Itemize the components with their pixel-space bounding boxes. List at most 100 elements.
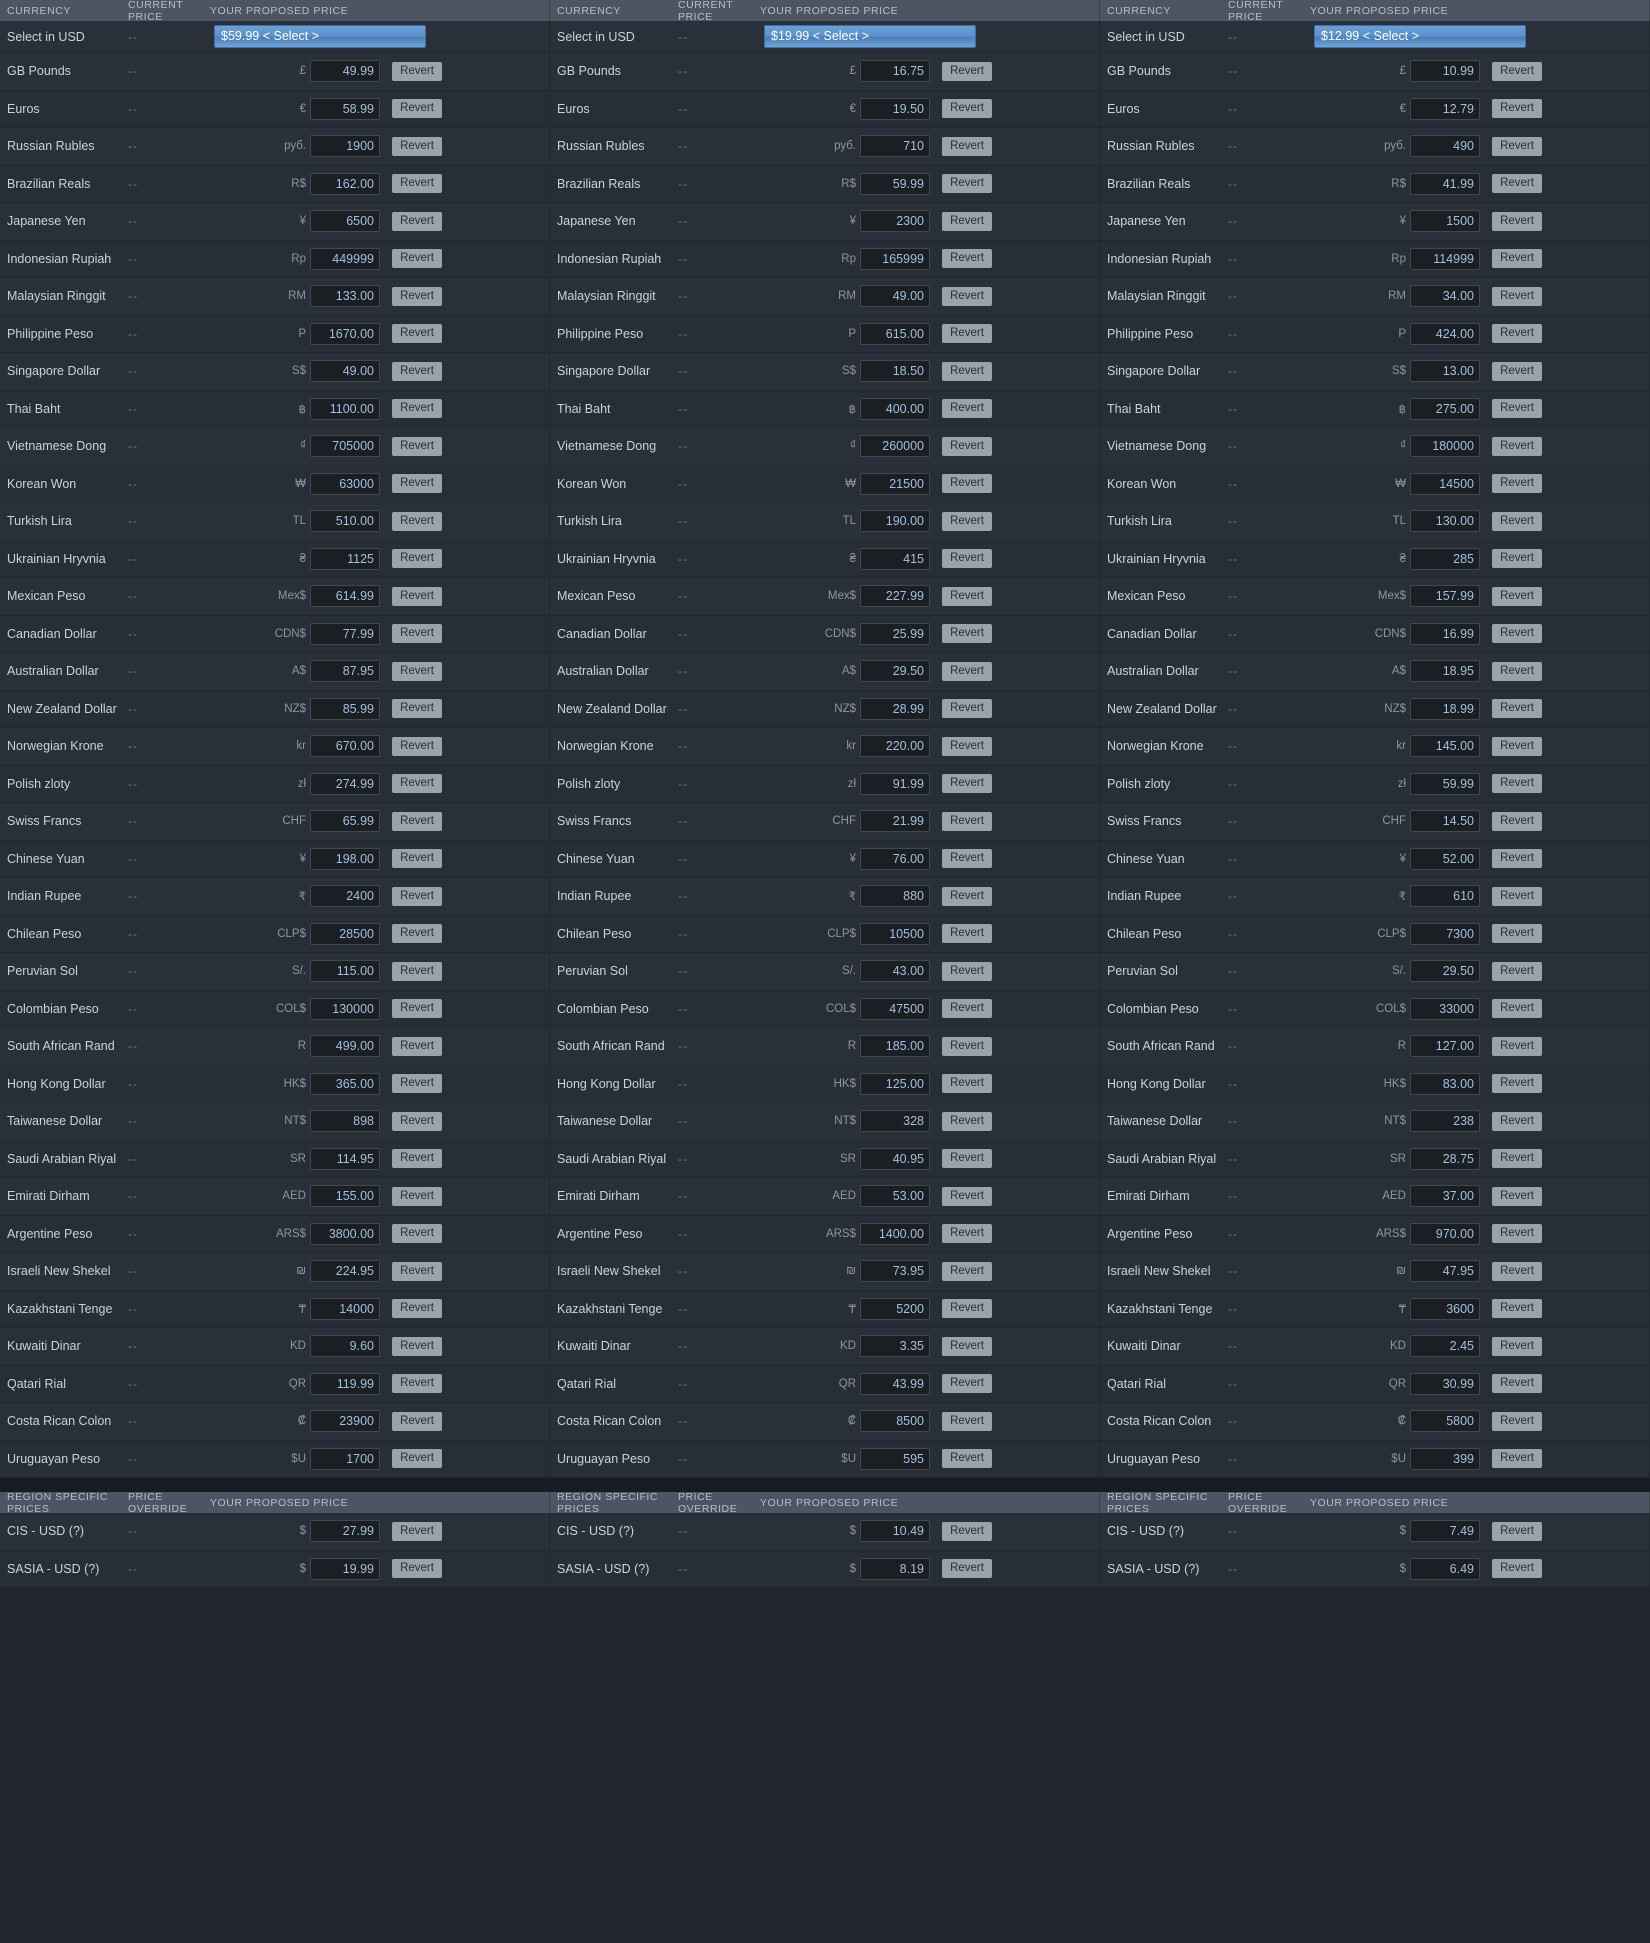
region-price-input[interactable]: 27.99 xyxy=(310,1520,380,1543)
price-input[interactable]: 18.50 xyxy=(860,360,930,383)
region-revert-button[interactable]: Revert xyxy=(1492,1521,1542,1541)
price-input[interactable]: 40.95 xyxy=(860,1147,930,1170)
price-input[interactable]: 127.00 xyxy=(1410,1035,1480,1058)
revert-button[interactable]: Revert xyxy=(942,511,992,531)
revert-button[interactable]: Revert xyxy=(1492,1111,1542,1131)
revert-button[interactable]: Revert xyxy=(942,1186,992,1206)
price-input[interactable]: 16.99 xyxy=(1410,622,1480,645)
revert-button[interactable]: Revert xyxy=(1492,399,1542,419)
price-input[interactable]: 670.00 xyxy=(310,735,380,758)
price-input[interactable]: 1670.00 xyxy=(310,322,380,345)
price-input[interactable]: 224.95 xyxy=(310,1260,380,1283)
revert-button[interactable]: Revert xyxy=(392,174,442,194)
revert-button[interactable]: Revert xyxy=(942,361,992,381)
revert-button[interactable]: Revert xyxy=(1492,436,1542,456)
price-input[interactable]: 30.99 xyxy=(1410,1372,1480,1395)
revert-button[interactable]: Revert xyxy=(392,249,442,269)
price-input[interactable]: 145.00 xyxy=(1410,735,1480,758)
price-input[interactable]: 490 xyxy=(1410,135,1480,158)
usd-tier-select[interactable]: $59.99 < Select > xyxy=(214,25,426,48)
price-input[interactable]: 614.99 xyxy=(310,585,380,608)
price-input[interactable]: 28.99 xyxy=(860,697,930,720)
price-input[interactable]: 1400.00 xyxy=(860,1222,930,1245)
revert-button[interactable]: Revert xyxy=(392,699,442,719)
usd-tier-select[interactable]: $19.99 < Select > xyxy=(764,25,976,48)
revert-button[interactable]: Revert xyxy=(942,436,992,456)
revert-button[interactable]: Revert xyxy=(942,1149,992,1169)
price-input[interactable]: 14000 xyxy=(310,1297,380,1320)
revert-button[interactable]: Revert xyxy=(942,174,992,194)
region-price-input[interactable]: 7.49 xyxy=(1410,1520,1480,1543)
revert-button[interactable]: Revert xyxy=(942,136,992,156)
revert-button[interactable]: Revert xyxy=(1492,549,1542,569)
price-input[interactable]: 424.00 xyxy=(1410,322,1480,345)
price-input[interactable]: 6500 xyxy=(310,210,380,233)
revert-button[interactable]: Revert xyxy=(942,586,992,606)
revert-button[interactable]: Revert xyxy=(942,1299,992,1319)
region-revert-button[interactable]: Revert xyxy=(942,1521,992,1541)
revert-button[interactable]: Revert xyxy=(392,961,442,981)
price-input[interactable]: 157.99 xyxy=(1410,585,1480,608)
revert-button[interactable]: Revert xyxy=(1492,1449,1542,1469)
price-input[interactable]: 260000 xyxy=(860,435,930,458)
revert-button[interactable]: Revert xyxy=(392,99,442,119)
revert-button[interactable]: Revert xyxy=(1492,924,1542,944)
revert-button[interactable]: Revert xyxy=(392,1299,442,1319)
revert-button[interactable]: Revert xyxy=(392,474,442,494)
revert-button[interactable]: Revert xyxy=(392,286,442,306)
price-input[interactable]: 710 xyxy=(860,135,930,158)
price-input[interactable]: 610 xyxy=(1410,885,1480,908)
revert-button[interactable]: Revert xyxy=(942,774,992,794)
revert-button[interactable]: Revert xyxy=(392,624,442,644)
revert-button[interactable]: Revert xyxy=(392,586,442,606)
price-input[interactable]: 449999 xyxy=(310,247,380,270)
price-input[interactable]: 41.99 xyxy=(1410,172,1480,195)
revert-button[interactable]: Revert xyxy=(392,849,442,869)
price-input[interactable]: 227.99 xyxy=(860,585,930,608)
revert-button[interactable]: Revert xyxy=(942,999,992,1019)
price-input[interactable]: 115.00 xyxy=(310,960,380,983)
revert-button[interactable]: Revert xyxy=(1492,324,1542,344)
region-revert-button[interactable]: Revert xyxy=(392,1559,442,1579)
revert-button[interactable]: Revert xyxy=(392,399,442,419)
revert-button[interactable]: Revert xyxy=(392,324,442,344)
price-input[interactable]: 14500 xyxy=(1410,472,1480,495)
revert-button[interactable]: Revert xyxy=(942,474,992,494)
price-input[interactable]: 3600 xyxy=(1410,1297,1480,1320)
price-input[interactable]: 510.00 xyxy=(310,510,380,533)
price-input[interactable]: 155.00 xyxy=(310,1185,380,1208)
revert-button[interactable]: Revert xyxy=(392,1411,442,1431)
price-input[interactable]: 8500 xyxy=(860,1410,930,1433)
revert-button[interactable]: Revert xyxy=(1492,736,1542,756)
price-input[interactable]: 13.00 xyxy=(1410,360,1480,383)
revert-button[interactable]: Revert xyxy=(942,1449,992,1469)
revert-button[interactable]: Revert xyxy=(392,999,442,1019)
price-input[interactable]: 595 xyxy=(860,1447,930,1470)
price-input[interactable]: 285 xyxy=(1410,547,1480,570)
price-input[interactable]: 47.95 xyxy=(1410,1260,1480,1283)
revert-button[interactable]: Revert xyxy=(942,1411,992,1431)
revert-button[interactable]: Revert xyxy=(942,249,992,269)
revert-button[interactable]: Revert xyxy=(392,1449,442,1469)
revert-button[interactable]: Revert xyxy=(1492,249,1542,269)
revert-button[interactable]: Revert xyxy=(942,399,992,419)
revert-button[interactable]: Revert xyxy=(1492,61,1542,81)
revert-button[interactable]: Revert xyxy=(942,1374,992,1394)
revert-button[interactable]: Revert xyxy=(942,549,992,569)
price-input[interactable]: 198.00 xyxy=(310,847,380,870)
price-input[interactable]: 16.75 xyxy=(860,60,930,83)
revert-button[interactable]: Revert xyxy=(392,436,442,456)
price-input[interactable]: 274.99 xyxy=(310,772,380,795)
price-input[interactable]: 125.00 xyxy=(860,1072,930,1095)
price-input[interactable]: 2300 xyxy=(860,210,930,233)
price-input[interactable]: 238 xyxy=(1410,1110,1480,1133)
revert-button[interactable]: Revert xyxy=(1492,1036,1542,1056)
price-input[interactable]: 3.35 xyxy=(860,1335,930,1358)
region-price-input[interactable]: 8.19 xyxy=(860,1557,930,1580)
revert-button[interactable]: Revert xyxy=(1492,586,1542,606)
price-input[interactable]: 28.75 xyxy=(1410,1147,1480,1170)
revert-button[interactable]: Revert xyxy=(1492,1299,1542,1319)
revert-button[interactable]: Revert xyxy=(942,99,992,119)
price-input[interactable]: 47500 xyxy=(860,997,930,1020)
revert-button[interactable]: Revert xyxy=(1492,961,1542,981)
